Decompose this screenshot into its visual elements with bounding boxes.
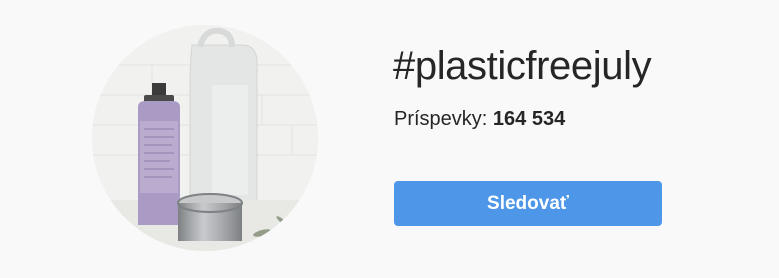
follow-button[interactable]: Sledovať xyxy=(394,181,662,226)
posts-count: 164 534 xyxy=(492,108,566,130)
hashtag-title: #plasticfreejuly xyxy=(393,44,652,88)
hashtag-header: #plasticfreejuly Príspevky: 164 534 Sled… xyxy=(0,0,779,278)
hashtag-top-post-image xyxy=(92,25,318,251)
posts-label: Príspevky: xyxy=(394,108,488,130)
posts-count-row: Príspevky: 164 534 xyxy=(394,106,565,132)
hashtag-avatar xyxy=(92,25,318,251)
